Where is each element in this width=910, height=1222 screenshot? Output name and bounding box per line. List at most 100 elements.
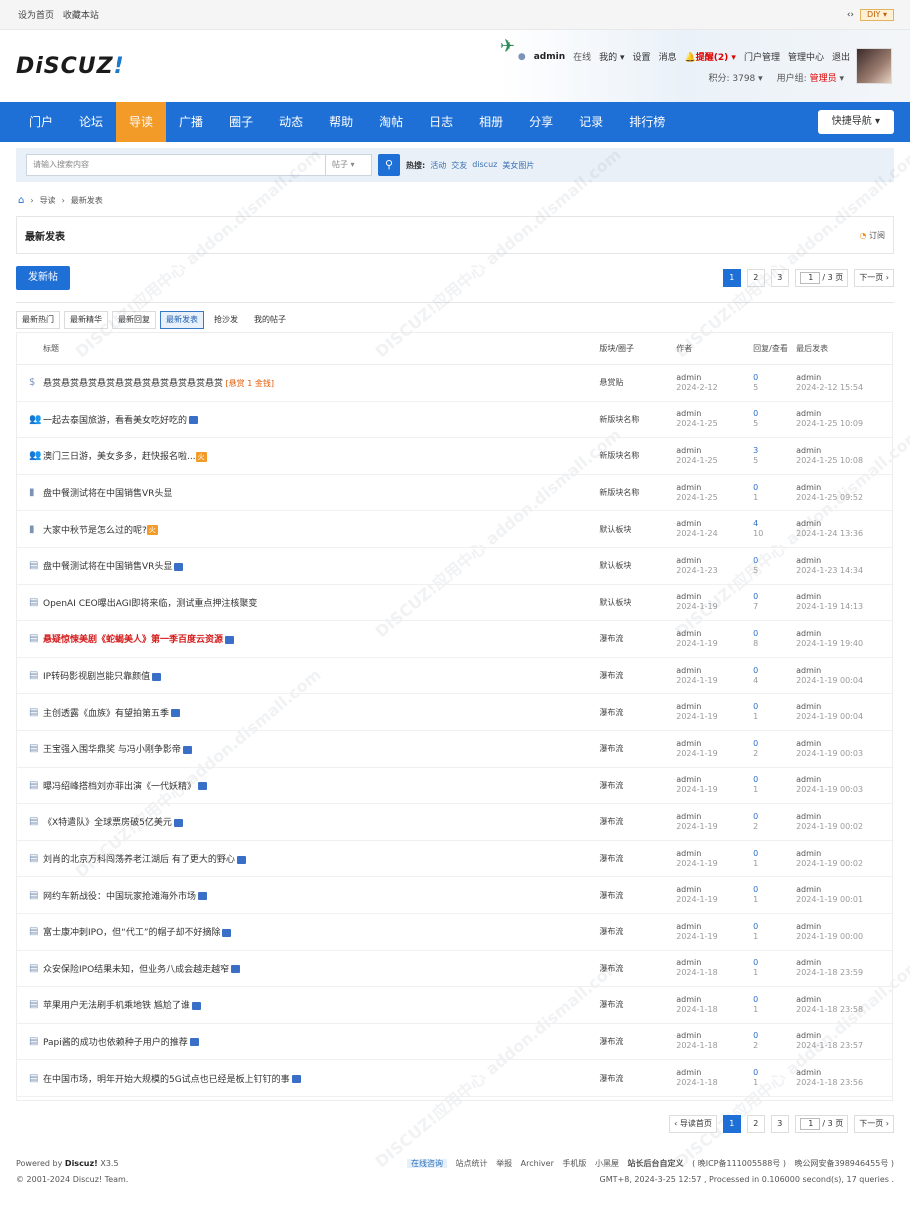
filter-tab[interactable]: 最新发表 [160, 311, 204, 329]
thread-forum[interactable]: 瀑布流 [599, 890, 676, 901]
page-link[interactable]: 2 [746, 269, 765, 287]
author-link[interactable]: admin [676, 812, 701, 821]
thread-title[interactable]: 澳门三日游，美女多多，赶快报名啦... 火 [43, 449, 599, 462]
filter-tab[interactable]: 最新精华 [64, 311, 108, 329]
thread-forum[interactable]: 瀑布流 [599, 743, 676, 754]
thread-title[interactable]: 一起去泰国旅游，看看美女吃好吃的 [43, 413, 599, 426]
admin-center-link[interactable]: 管理中心 [788, 50, 824, 63]
nav-item[interactable]: 相册 [466, 102, 516, 142]
author-link[interactable]: admin [676, 446, 701, 455]
last-author-link[interactable]: admin [796, 775, 821, 784]
last-author-link[interactable]: admin [796, 592, 821, 601]
last-author-link[interactable]: admin [796, 812, 821, 821]
thread-forum[interactable]: 瀑布流 [599, 853, 676, 864]
nav-item[interactable]: 记录 [566, 102, 616, 142]
author-link[interactable]: admin [676, 519, 701, 528]
nav-item[interactable]: 分享 [516, 102, 566, 142]
last-author-link[interactable]: admin [796, 1068, 821, 1077]
last-post-link[interactable]: 2024-1-19 19:40 [796, 639, 863, 648]
last-author-link[interactable]: admin [796, 483, 821, 492]
thread-title[interactable]: 苹果用户无法刷手机乘地铁 尴尬了谁 [43, 998, 599, 1011]
footer-link[interactable]: 举报 [496, 1159, 512, 1168]
author-link[interactable]: admin [676, 1068, 701, 1077]
thread-title[interactable]: OpenAI CEO曝出AGI即将来临，测试重点押注核聚变 [43, 596, 599, 609]
author-link[interactable]: admin [676, 922, 701, 931]
thread-forum[interactable]: 新版块名称 [599, 487, 676, 498]
last-author-link[interactable]: admin [796, 666, 821, 675]
set-home-link[interactable]: 设为首页 [18, 11, 54, 21]
thread-forum[interactable]: 瀑布流 [599, 1073, 676, 1084]
filter-tab[interactable]: 我的帖子 [248, 311, 292, 329]
thread-forum[interactable]: 瀑布流 [599, 780, 676, 791]
author-link[interactable]: admin [676, 995, 701, 1004]
remind-menu[interactable]: 🔔提醒(2) ▾ [685, 50, 736, 63]
author-link[interactable]: admin [676, 409, 701, 418]
points-menu[interactable]: 积分: 3798 ▾ [708, 71, 762, 84]
last-post-link[interactable]: 2024-1-25 10:09 [796, 419, 863, 428]
thread-title[interactable]: 众安保险IPO结果未知，但业务八成会越走越窄 [43, 962, 599, 975]
thread-title[interactable]: 在中国市场，明年开始大规模的5G试点也已经是板上钉钉的事 [43, 1072, 599, 1085]
thread-forum[interactable]: 默认板块 [599, 524, 676, 535]
last-post-link[interactable]: 2024-1-19 00:02 [796, 859, 863, 868]
last-author-link[interactable]: admin [796, 629, 821, 638]
thread-forum[interactable]: 瀑布流 [599, 633, 676, 644]
thread-title[interactable]: 刘肖的北京万科闯荡养老江湖后 有了更大的野心 [43, 852, 599, 865]
last-post-link[interactable]: 2024-1-19 00:03 [796, 785, 863, 794]
last-post-link[interactable]: 2024-1-19 00:01 [796, 895, 863, 904]
last-post-link[interactable]: 2024-2-12 15:54 [796, 383, 863, 392]
logo[interactable]: DiSCUZ! [16, 54, 125, 79]
police-link[interactable]: 晚公网安备398946455号 ) [795, 1159, 894, 1168]
nav-item[interactable]: 导读 [116, 102, 167, 142]
my-menu[interactable]: 我的 ▾ [599, 50, 624, 63]
prev-page-button[interactable]: ‹ 导读首页 [669, 1115, 717, 1133]
thread-forum[interactable]: 瀑布流 [599, 999, 676, 1010]
author-link[interactable]: admin [676, 739, 701, 748]
thread-forum[interactable]: 瀑布流 [599, 670, 676, 681]
thread-forum[interactable]: 默认板块 [599, 560, 676, 571]
last-post-link[interactable]: 2024-1-19 00:03 [796, 749, 863, 758]
hot-keyword[interactable]: 活动 [430, 160, 446, 171]
author-link[interactable]: admin [676, 592, 701, 601]
nav-item[interactable]: 广播 [166, 102, 216, 142]
last-author-link[interactable]: admin [796, 409, 821, 418]
search-button[interactable]: ⚲ [378, 154, 400, 176]
icp-link[interactable]: ( 晚ICP备111005588号 ) [692, 1159, 786, 1168]
last-author-link[interactable]: admin [796, 958, 821, 967]
last-post-link[interactable]: 2024-1-18 23:59 [796, 968, 863, 977]
last-author-link[interactable]: admin [796, 849, 821, 858]
author-link[interactable]: admin [676, 666, 701, 675]
search-input[interactable]: 请输入搜索内容 [26, 154, 326, 176]
last-post-link[interactable]: 2024-1-18 23:56 [796, 1078, 863, 1087]
thread-forum[interactable]: 瀑布流 [599, 963, 676, 974]
thread-forum[interactable]: 悬赏贴 [599, 377, 676, 388]
author-link[interactable]: admin [676, 483, 701, 492]
page-input[interactable]: 1 [799, 1118, 820, 1130]
footer-link[interactable]: Archiver [521, 1159, 554, 1168]
thread-title[interactable]: 曝冯绍峰搭档刘亦菲出演《一代妖精》 [43, 779, 599, 792]
settings-link[interactable]: 设置 [633, 50, 651, 63]
author-link[interactable]: admin [676, 373, 701, 382]
thread-forum[interactable]: 瀑布流 [599, 1036, 676, 1047]
last-post-link[interactable]: 2024-1-19 00:02 [796, 822, 863, 831]
avatar[interactable] [856, 48, 892, 84]
group-menu[interactable]: 用户组: 管理员 ▾ [777, 71, 844, 84]
filter-tab[interactable]: 抢沙发 [208, 311, 244, 329]
hot-keyword[interactable]: 美女图片 [502, 160, 534, 171]
nav-item[interactable]: 论坛 [66, 102, 116, 142]
thread-forum[interactable]: 瀑布流 [599, 816, 676, 827]
last-author-link[interactable]: admin [796, 373, 821, 382]
thread-title[interactable]: Papi酱的成功也依赖种子用户的推荐 [43, 1035, 599, 1048]
nav-item[interactable]: 日志 [416, 102, 466, 142]
last-post-link[interactable]: 2024-1-19 00:04 [796, 676, 863, 685]
search-type-select[interactable]: 帖子 ▾ [326, 154, 372, 176]
page-link[interactable]: 1 [722, 269, 741, 287]
nav-item[interactable]: 排行榜 [616, 102, 678, 142]
next-page-button[interactable]: 下一页 › [854, 1115, 894, 1133]
filter-tab[interactable]: 最新回复 [112, 311, 156, 329]
quick-nav-button[interactable]: 快捷导航 ▾ [817, 110, 894, 134]
nav-item[interactable]: 圈子 [216, 102, 266, 142]
last-author-link[interactable]: admin [796, 922, 821, 931]
diy-button[interactable]: DIY ▾ [860, 8, 894, 21]
thread-title[interactable]: 富士康冲刺IPO，但“代工”的帽子却不好摘除 [43, 925, 599, 938]
next-page-button[interactable]: 下一页 › [854, 269, 894, 287]
